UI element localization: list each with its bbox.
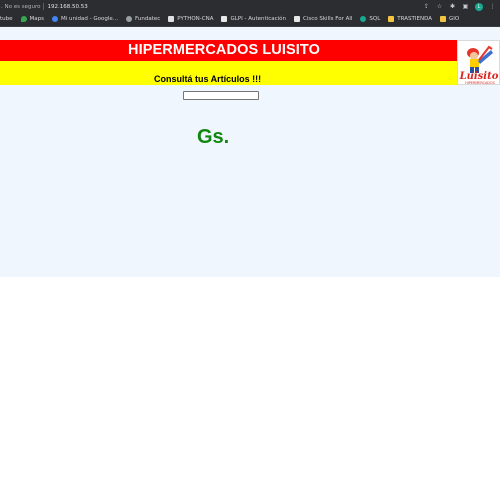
bookmarks-bar: tube Maps Mi unidad - Google... Fundatec… (0, 12, 500, 27)
folder-icon (439, 16, 446, 22)
bookmark-item[interactable]: Cisco Skills For All (294, 16, 352, 22)
bookmark-label: PYTHON-CNA (177, 16, 214, 22)
bookmark-label: GIO (448, 16, 460, 22)
folder-icon (388, 16, 395, 22)
glpi-icon (221, 16, 228, 22)
page-subtitle: Consultá tus Artículos !!! (154, 74, 262, 84)
bookmark-label: Fundatec (135, 16, 161, 22)
browser-actions: ⇪ ☆ ✱ ▣ L ⋮ (423, 1, 496, 12)
bookmark-label: GLPI - Autenticación (230, 16, 286, 22)
bookmark-item[interactable]: Mi unidad - Google... (52, 16, 118, 22)
globe-icon (126, 16, 133, 22)
bookmark-item[interactable]: PYTHON-CNA (168, 16, 213, 22)
bookmark-item[interactable]: Fundatec (126, 16, 160, 22)
bookmark-star-icon[interactable]: ☆ (436, 3, 443, 10)
bookmark-item[interactable]: tube (0, 16, 13, 22)
bookmark-label: SQL (369, 16, 381, 22)
bookmark-item[interactable]: TRASTIENDA (388, 16, 432, 22)
bookmark-item[interactable]: SQL (360, 16, 380, 22)
bookmark-label: Maps (29, 16, 45, 22)
logo-subtext: HIPERMERCADOS (465, 81, 494, 85)
drive-icon (52, 16, 59, 22)
address-divider (43, 3, 45, 10)
url-text[interactable]: 192.168.50.53 (47, 4, 87, 10)
currency-label: Gs. (197, 126, 230, 148)
article-search-input[interactable] (183, 91, 259, 100)
bookmark-item[interactable]: Maps (20, 16, 45, 22)
luisito-mascot-logo: Luisito HIPERMERCADOS (458, 41, 499, 85)
bookmark-item[interactable]: GLPI - Autenticación (221, 16, 286, 22)
store-logo: Luisito HIPERMERCADOS (457, 40, 500, 85)
bookmark-label: tube (0, 16, 13, 22)
cisco-icon (294, 16, 300, 22)
bookmark-item[interactable]: GIO (439, 16, 460, 22)
page-icon (168, 16, 175, 22)
maps-icon (20, 16, 27, 22)
share-icon[interactable]: ⇪ (423, 3, 430, 10)
security-indicator[interactable]: . No es seguro (1, 4, 40, 10)
sql-icon (360, 16, 367, 22)
side-panel-icon[interactable]: ▣ (462, 3, 469, 10)
menu-icon[interactable]: ⋮ (489, 3, 496, 10)
bookmark-label: TRASTIENDA (397, 16, 432, 22)
bookmark-label: Cisco Skills For All (303, 16, 353, 22)
extensions-icon[interactable]: ✱ (449, 3, 456, 10)
site-title: HIPERMERCADOS LUISITO (128, 42, 320, 58)
profile-avatar[interactable]: L (475, 2, 483, 11)
bookmark-label: Mi unidad - Google... (61, 16, 119, 22)
